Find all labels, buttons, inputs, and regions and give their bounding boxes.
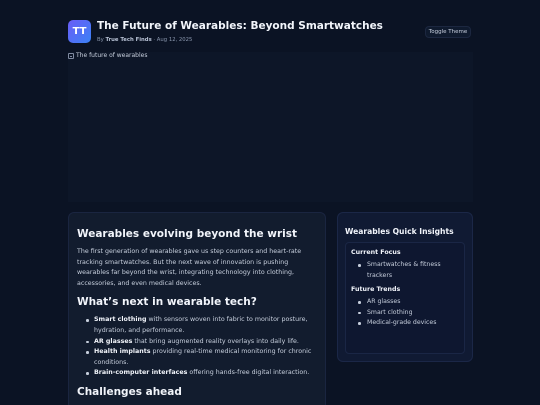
logo-text: TT — [72, 26, 87, 37]
list-item: AR glasses that bring augmented reality … — [86, 337, 317, 348]
sidebar-title: Wearables Quick Insights — [345, 227, 454, 236]
article-intro: The first generation of wearables gave u… — [77, 248, 302, 287]
list-item: Smartwatches & fitness trackers — [358, 260, 459, 281]
list-item: Medical-grade devices — [358, 318, 459, 329]
hero-alt-text: The future of wearables — [76, 52, 148, 59]
list-item-strong: Health implants — [94, 348, 151, 356]
article-card: Wearables evolving beyond the wrist The … — [68, 212, 326, 405]
author-name: True Tech Finds — [105, 37, 152, 43]
toggle-theme-button[interactable]: Toggle Theme — [425, 26, 471, 38]
list-item-strong: Smart clothing — [94, 316, 147, 324]
byline: By True Tech Finds · Aug 12, 2025 — [97, 37, 192, 43]
broken-image-icon — [68, 52, 74, 59]
quick-insights-sidebar: Wearables Quick Insights Current Focus S… — [337, 212, 473, 362]
hero-image: The future of wearables — [68, 52, 473, 202]
insights-box: Current Focus Smartwatches & fitness tra… — [345, 242, 465, 354]
hero-image-alt: The future of wearables — [68, 52, 473, 59]
publish-date: Aug 12, 2025 — [156, 37, 193, 43]
list-item: Smart clothing — [358, 308, 459, 319]
byline-separator: · — [153, 37, 156, 43]
list-item: Brain-computer interfaces offering hands… — [86, 368, 317, 379]
whats-next-list: Smart clothing with sensors woven into f… — [86, 315, 317, 379]
list-item: Smart clothing with sensors woven into f… — [86, 315, 317, 336]
list-item-text: offering hands-free digital interaction. — [187, 369, 310, 377]
list-item-text: that bring augmented reality overlays in… — [132, 337, 299, 345]
future-trends-heading: Future Trends — [351, 286, 401, 294]
article-heading-evolving: Wearables evolving beyond the wrist — [77, 228, 298, 240]
list-item-strong: Brain-computer interfaces — [94, 369, 188, 377]
article-heading-challenges: Challenges ahead — [77, 385, 182, 398]
site-header: TT The Future of Wearables: Beyond Smart… — [0, 0, 540, 50]
list-item-strong: AR glasses — [94, 337, 133, 345]
article-heading-whats-next: What’s next in wearable tech? — [77, 296, 257, 309]
current-focus-list: Smartwatches & fitness trackers — [358, 260, 459, 281]
site-logo[interactable]: TT — [68, 20, 91, 43]
list-item: Health implants providing real-time medi… — [86, 347, 317, 368]
list-item: AR glasses — [358, 297, 459, 308]
future-trends-list: AR glasses Smart clothing Medical-grade … — [358, 297, 459, 329]
current-focus-heading: Current Focus — [351, 249, 401, 256]
page-title: The Future of Wearables: Beyond Smartwat… — [97, 20, 383, 32]
byline-prefix: By — [97, 37, 104, 43]
